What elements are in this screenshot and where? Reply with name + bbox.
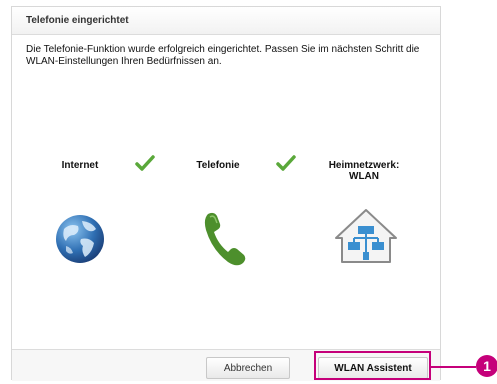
- step-internet-label: Internet: [61, 160, 99, 171]
- wizard-dialog: Telefonie eingerichtet Die Telefonie-Fun…: [11, 6, 441, 381]
- home-network-icon: [335, 209, 397, 263]
- globe-icon: [56, 215, 104, 263]
- step-telefonie-label: Telefonie: [196, 160, 240, 171]
- check-icon: [135, 155, 155, 171]
- annotation-line: [431, 366, 476, 368]
- step-heimnetzwerk-label-line2: WLAN: [349, 171, 379, 182]
- check-icon: [276, 155, 296, 171]
- dialog-description: Die Telefonie-Funktion wurde erfolgreich…: [26, 44, 420, 67]
- wlan-assistant-highlight: [314, 351, 431, 380]
- cancel-button[interactable]: Abbrechen: [206, 357, 290, 379]
- step-heimnetzwerk-label: Heimnetzwerk: WLAN: [314, 160, 414, 182]
- annotation-marker: 1: [476, 355, 497, 377]
- step-heimnetzwerk-label-line1: Heimnetzwerk:: [328, 160, 400, 171]
- dialog-title: Telefonie eingerichtet: [26, 15, 129, 26]
- phone-icon: [204, 212, 246, 266]
- dialog-header: Telefonie eingerichtet: [12, 7, 440, 35]
